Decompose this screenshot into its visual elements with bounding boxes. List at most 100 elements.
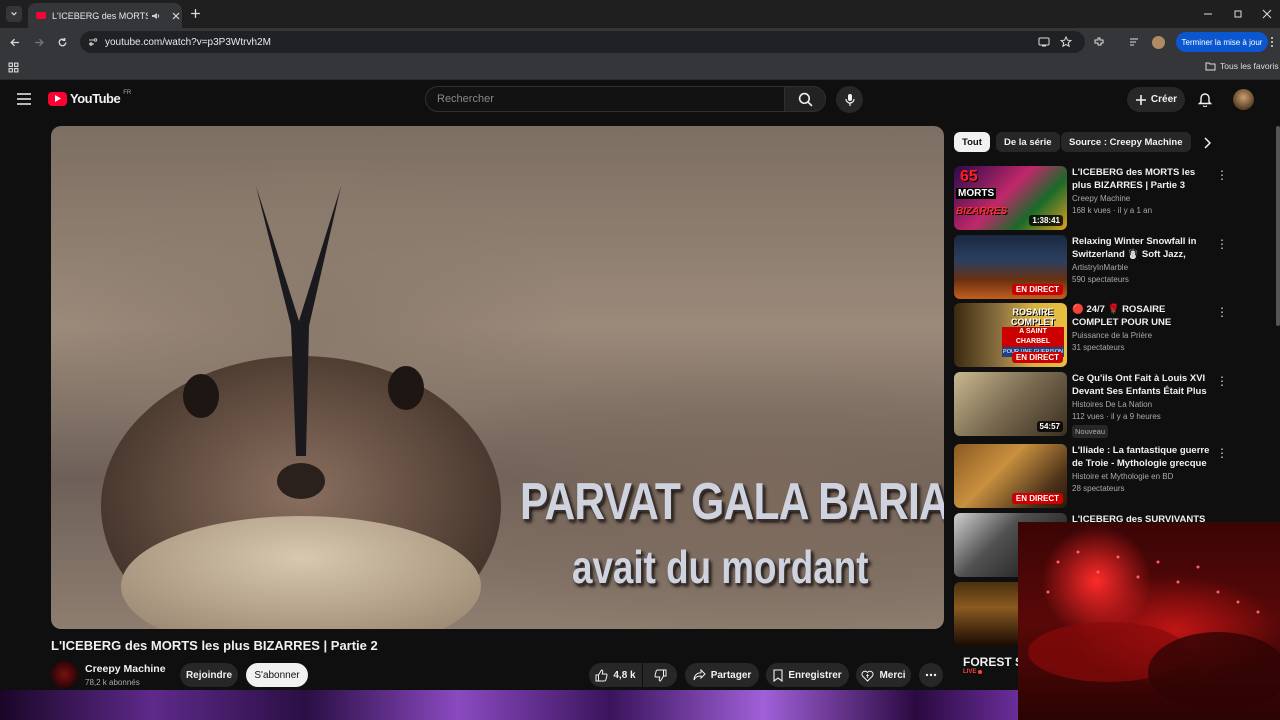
more-options-icon[interactable]: ⋮ [1216, 374, 1228, 388]
duration-badge: 54:57 [1036, 421, 1063, 432]
recommendation-item[interactable]: EN DIRECT Relaxing Winter Snowfall in Sw… [954, 235, 1228, 299]
more-options-icon[interactable]: ⋮ [1216, 168, 1228, 182]
thumbs-down-icon [653, 669, 666, 682]
close-window-icon[interactable] [1262, 9, 1272, 19]
live-badge: EN DIRECT [1011, 352, 1063, 363]
create-label: Créer [1150, 94, 1178, 105]
more-menu-icon[interactable] [1270, 36, 1274, 48]
browser-toolbar: youtube.com/watch?v=p3P3Wtrvh2M [0, 28, 1280, 56]
recommendation-title[interactable]: 🔴 24/7 🌹 ROSAIRE COMPLET POUR UNE GUÉRIS… [1072, 303, 1212, 329]
forward-icon[interactable] [34, 37, 45, 48]
folder-icon [1205, 62, 1216, 70]
recommendation-item[interactable]: EN DIRECT L'Iliade : La fantastique guer… [954, 444, 1228, 508]
channel-avatar[interactable] [51, 661, 78, 688]
video-thumbnail[interactable]: EN DIRECT [954, 444, 1067, 508]
chip-series[interactable]: De la série [996, 132, 1060, 152]
partial-live-badge: LIVE [963, 669, 983, 675]
super-thanks-icon [861, 670, 874, 682]
minimize-icon[interactable] [1203, 9, 1213, 19]
all-bookmarks-label: Tous les favoris [1220, 61, 1279, 71]
recommendation-item[interactable]: ROSAIRE COMPLET A SAINT CHARBEL POUR UNE… [954, 303, 1228, 367]
thumb-text: ROSAIRE [1012, 307, 1054, 317]
back-icon[interactable] [9, 37, 20, 48]
dislike-button[interactable] [643, 663, 677, 687]
share-icon [693, 669, 706, 681]
thumbs-up-icon [595, 668, 608, 681]
create-button[interactable]: Créer [1127, 87, 1185, 112]
recommendation-title[interactable]: L'ICEBERG des MORTS les plus BIZARRES | … [1072, 166, 1212, 192]
recommendation-stats: 28 spectateurs [1072, 484, 1125, 493]
cast-icon[interactable] [1038, 36, 1050, 48]
thumb-text: 65 [960, 168, 978, 185]
notifications-bell-icon[interactable] [1198, 92, 1212, 107]
address-bar[interactable]: youtube.com/watch?v=p3P3Wtrvh2M [80, 31, 1085, 53]
maximize-icon[interactable] [1233, 9, 1243, 19]
voice-search-button[interactable] [836, 86, 863, 113]
subscribe-button[interactable]: S'abonner [246, 663, 308, 687]
extensions-icon[interactable] [1093, 36, 1105, 48]
video-thumbnail[interactable]: ROSAIRE COMPLET A SAINT CHARBEL POUR UNE… [954, 303, 1067, 367]
recommendation-item[interactable]: 65 MORTS BIZARRES 1:38:41 L'ICEBERG des … [954, 166, 1228, 230]
bookmark-star-icon[interactable] [1060, 36, 1072, 48]
channel-name[interactable]: Creepy Machine [85, 663, 166, 675]
new-tab-icon[interactable] [190, 8, 201, 19]
search-icon [798, 92, 812, 106]
more-options-icon[interactable]: ⋮ [1216, 446, 1228, 460]
search-input[interactable]: Rechercher [425, 86, 785, 112]
video-thumbnail[interactable]: 65 MORTS BIZARRES 1:38:41 [954, 166, 1067, 230]
share-button[interactable]: Partager [685, 663, 759, 687]
video-thumbnail[interactable] [954, 582, 1018, 646]
join-button[interactable]: Rejoindre [180, 663, 238, 687]
more-options-icon[interactable]: ⋮ [1216, 237, 1228, 251]
profile-avatar[interactable] [1152, 36, 1165, 49]
site-info-icon[interactable] [88, 37, 98, 47]
like-button[interactable]: 4,8 k [589, 663, 642, 687]
chip-source[interactable]: Source : Creepy Machine [1061, 132, 1191, 152]
update-button[interactable]: Terminer la mise à jour [1176, 32, 1268, 52]
thanks-button[interactable]: Merci [856, 663, 911, 687]
recommendation-title[interactable]: Relaxing Winter Snowfall in Switzerland … [1072, 235, 1212, 261]
chip-all[interactable]: Tout [954, 132, 990, 152]
thumb-text: A SAINT CHARBEL [1002, 327, 1064, 347]
account-avatar[interactable] [1233, 89, 1254, 110]
chevron-down-icon [11, 11, 17, 16]
video-thumbnail[interactable]: 54:57 [954, 372, 1067, 436]
apps-grid-icon[interactable] [8, 62, 19, 73]
recommendation-title[interactable]: Ce Qu'ils Ont Fait à Louis XVI Devant Se… [1072, 372, 1212, 398]
hamburger-menu-icon[interactable] [17, 93, 31, 105]
video-thumbnail[interactable]: EN DIRECT [954, 235, 1067, 299]
recommendation-channel[interactable]: Puissance de la Prière [1072, 331, 1212, 340]
scrollbar[interactable] [1276, 126, 1280, 326]
duration-badge: 1:38:41 [1029, 215, 1063, 226]
recommendation-channel[interactable]: Creepy Machine [1072, 194, 1212, 203]
reload-icon[interactable] [57, 37, 68, 48]
logo-text: YouTube [70, 91, 121, 106]
recommendation-item[interactable]: 54:57 Ce Qu'ils Ont Fait à Louis XVI Dev… [954, 372, 1228, 442]
browser-tab[interactable]: L'ICEBERG des MORTS les p [28, 3, 182, 28]
close-tab-icon[interactable] [171, 11, 181, 21]
speaker-icon[interactable] [151, 11, 161, 21]
video-player[interactable]: PARVAT GALA BARIA avait du mordant [51, 126, 944, 629]
bookmarks-bar: Tous les favoris [0, 56, 1280, 80]
recommendation-channel[interactable]: Histoires De La Nation [1072, 400, 1212, 409]
more-options-icon[interactable]: ⋮ [1216, 305, 1228, 319]
recommendation-title[interactable]: L'Iliade : La fantastique guerre de Troi… [1072, 444, 1212, 470]
partial-card-title[interactable]: FOREST S [963, 655, 1023, 669]
partial-live-label: LIVE [963, 669, 977, 675]
search-button[interactable] [784, 86, 826, 112]
more-actions-button[interactable] [919, 663, 943, 687]
all-bookmarks-folder[interactable]: Tous les favoris [1205, 61, 1279, 71]
recommendation-stats: 112 vues · il y a 9 heures [1072, 412, 1161, 421]
recommendation-channel[interactable]: ArtistryInMarble [1072, 263, 1212, 272]
thumb-text: BIZARRES [956, 206, 1008, 217]
live-badge: EN DIRECT [1011, 493, 1063, 504]
tab-search-button[interactable] [6, 6, 22, 22]
thumb-caption: ROSAIRE COMPLET A SAINT CHARBEL POUR UNE… [1002, 307, 1064, 357]
plus-icon [1135, 94, 1146, 105]
webcam-overlay [1018, 522, 1280, 720]
chevron-right-icon[interactable] [1203, 137, 1211, 149]
youtube-logo[interactable]: YouTube FR [48, 90, 131, 106]
recommendation-channel[interactable]: Histoire et Mythologie en BD [1072, 472, 1212, 481]
save-button[interactable]: Enregistrer [766, 663, 849, 687]
reading-list-icon[interactable] [1128, 36, 1140, 48]
